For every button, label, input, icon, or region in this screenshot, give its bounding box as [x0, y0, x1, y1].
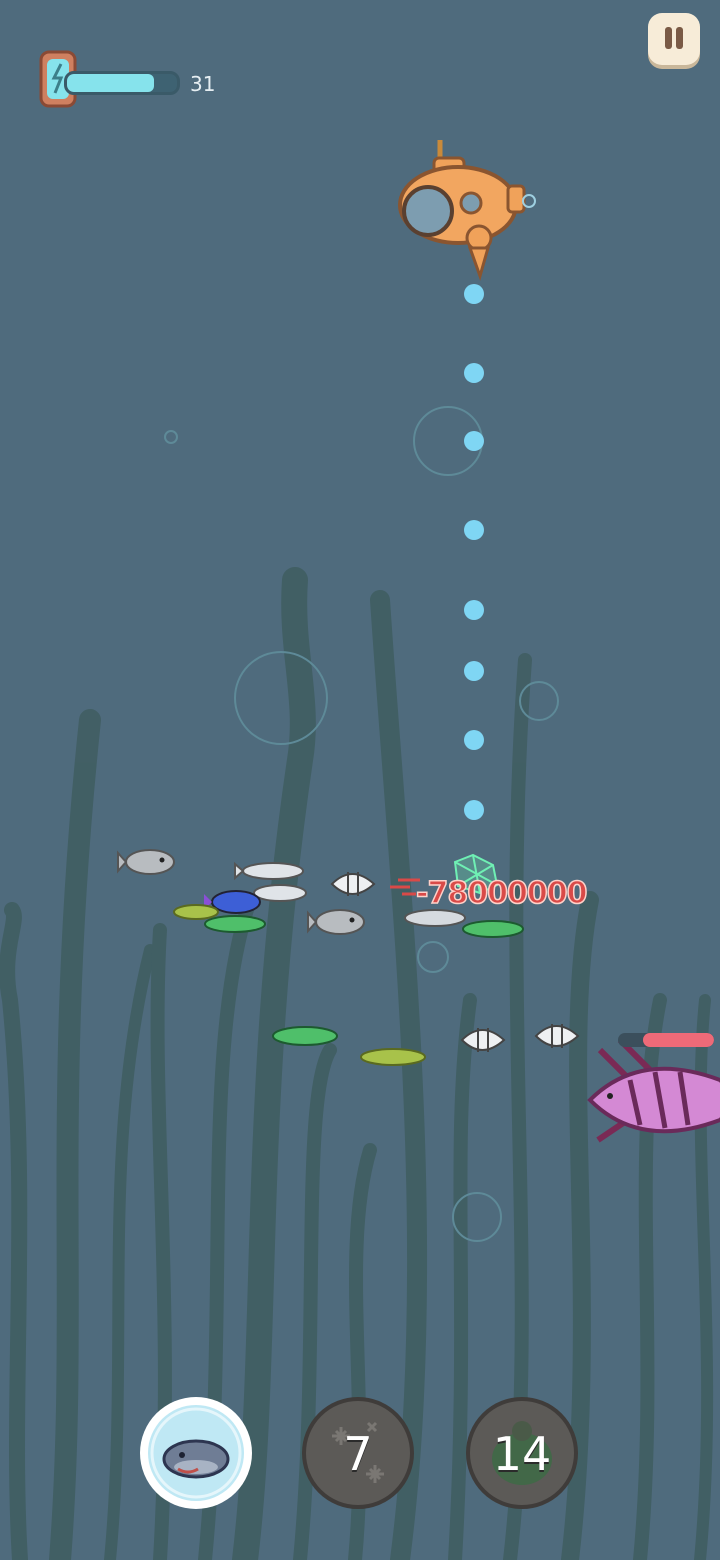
whale-icon	[148, 1405, 244, 1501]
energy-value: 31	[190, 72, 216, 96]
green-fish	[204, 915, 266, 933]
boss-health-bar	[618, 1033, 714, 1047]
poison-skill-count: 14	[492, 1427, 552, 1481]
silver-fish	[404, 909, 466, 927]
whale-skill-button[interactable]	[140, 1397, 252, 1509]
yellow-green-fish	[360, 1048, 426, 1066]
green-fish	[173, 904, 219, 920]
green-fish	[462, 920, 524, 938]
damage-popup: -78000000	[415, 875, 588, 912]
game-scene	[0, 50, 720, 1560]
freeze-skill-button[interactable]: 7	[302, 1397, 414, 1509]
aim-trajectory	[464, 284, 484, 820]
pause-button[interactable]	[648, 13, 700, 65]
silver-fish	[253, 884, 307, 902]
energy-bar-fill	[67, 74, 154, 92]
grey-fish	[307, 909, 365, 935]
grey-fish	[117, 849, 175, 875]
freeze-skill-count: 7	[343, 1427, 373, 1481]
submarine-player	[398, 140, 536, 281]
boss-health-bar-fill	[642, 1033, 714, 1047]
angelfish	[330, 872, 376, 896]
energy-bar	[64, 71, 180, 95]
poison-skill-button[interactable]: 14	[466, 1397, 578, 1509]
silver-fish	[234, 861, 304, 881]
green-fish	[272, 1026, 338, 1046]
